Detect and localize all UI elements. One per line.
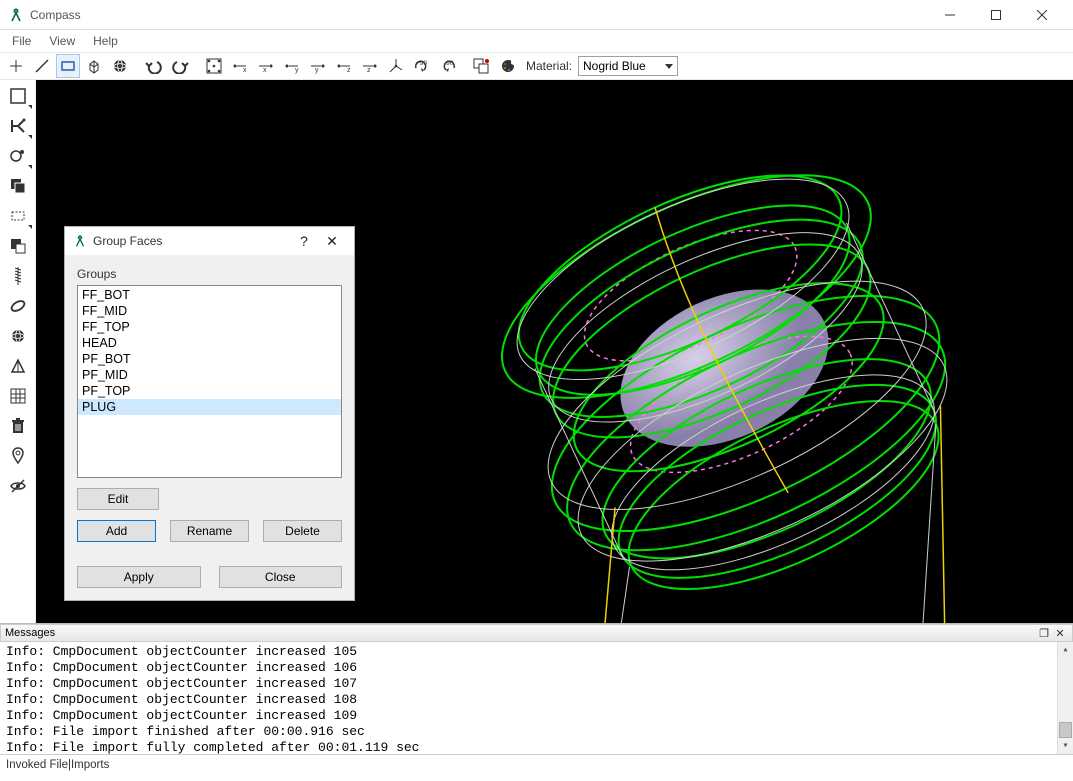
svg-text:z: z xyxy=(347,67,351,74)
tool-move-all[interactable] xyxy=(202,54,226,78)
trash-tool[interactable] xyxy=(6,414,30,438)
dialog-title: Group Faces xyxy=(93,234,290,248)
app-icon xyxy=(8,7,24,23)
material-select[interactable]: Nogrid Blue xyxy=(578,56,678,76)
edit-mode-tool[interactable] xyxy=(6,114,30,138)
box-select-tool[interactable] xyxy=(6,84,30,108)
list-item[interactable]: PF_TOP xyxy=(78,383,341,399)
message-line: Info: CmpDocument objectCounter increase… xyxy=(6,644,1071,660)
messages-close-button[interactable]: ✕ xyxy=(1052,627,1068,640)
zipper-tool[interactable] xyxy=(6,264,30,288)
menu-file[interactable]: File xyxy=(4,32,39,50)
close-dialog-button[interactable]: Close xyxy=(219,566,343,588)
apply-button[interactable]: Apply xyxy=(77,566,201,588)
delete-button[interactable]: Delete xyxy=(263,520,342,542)
groups-listbox[interactable]: FF_BOTFF_MIDFF_TOPHEADPF_BOTPF_MIDPF_TOP… xyxy=(77,285,342,478)
list-item[interactable]: FF_TOP xyxy=(78,319,341,335)
list-item[interactable]: PLUG xyxy=(78,399,341,415)
svg-text:+90: +90 xyxy=(416,60,427,67)
tool-rect[interactable] xyxy=(56,54,80,78)
maximize-button[interactable] xyxy=(973,0,1019,30)
menu-help[interactable]: Help xyxy=(85,32,126,50)
svg-text:y: y xyxy=(295,67,299,74)
menu-view[interactable]: View xyxy=(41,32,83,50)
layers-tool[interactable] xyxy=(6,174,30,198)
tool-line[interactable] xyxy=(30,54,54,78)
scroll-down-icon[interactable]: ▾ xyxy=(1058,738,1073,754)
tool-sphere[interactable] xyxy=(108,54,132,78)
toolbar-left xyxy=(0,80,36,623)
material-value: Nogrid Blue xyxy=(583,59,646,73)
undo-button[interactable] xyxy=(142,54,166,78)
palette-button[interactable] xyxy=(496,54,520,78)
message-line: Info: CmpDocument objectCounter increase… xyxy=(6,692,1071,708)
triangle-tool[interactable] xyxy=(6,354,30,378)
minimize-button[interactable] xyxy=(927,0,973,30)
rotate-minus90[interactable]: -90 xyxy=(436,54,460,78)
visibility-off-tool[interactable] xyxy=(6,474,30,498)
axis-z-neg[interactable]: z xyxy=(332,54,356,78)
list-item[interactable]: HEAD xyxy=(78,335,341,351)
tool-point[interactable] xyxy=(4,54,28,78)
messages-title: Messages xyxy=(5,627,1036,639)
svg-text:x: x xyxy=(263,67,267,74)
menubar: File View Help xyxy=(0,30,1073,52)
list-item[interactable]: PF_BOT xyxy=(78,351,341,367)
messages-header[interactable]: Messages ❐ ✕ xyxy=(0,624,1073,642)
curve-tool[interactable] xyxy=(6,144,30,168)
svg-text:x: x xyxy=(243,67,247,74)
axis-x-neg[interactable]: x xyxy=(228,54,252,78)
dialog-help-button[interactable]: ? xyxy=(290,233,318,249)
shape-subtract-tool[interactable] xyxy=(6,234,30,258)
axes-3d[interactable] xyxy=(384,54,408,78)
add-button[interactable]: Add xyxy=(77,520,156,542)
svg-text:y: y xyxy=(315,67,319,74)
message-line: Info: File import finished after 00:00.9… xyxy=(6,724,1071,740)
close-button[interactable] xyxy=(1019,0,1065,30)
dialog-close-button[interactable]: ✕ xyxy=(318,233,346,250)
redo-button[interactable] xyxy=(168,54,192,78)
axis-y-neg[interactable]: y xyxy=(280,54,304,78)
axis-y-pos[interactable]: y xyxy=(306,54,330,78)
group-faces-dialog: Group Faces ? ✕ Groups FF_BOTFF_MIDFF_TO… xyxy=(64,226,355,601)
edit-button[interactable]: Edit xyxy=(77,488,159,510)
dialog-icon xyxy=(73,234,87,248)
titlebar: Compass xyxy=(0,0,1073,30)
status-text: Invoked File|Imports xyxy=(6,759,109,771)
rename-button[interactable]: Rename xyxy=(170,520,249,542)
svg-text:z: z xyxy=(367,67,371,74)
grid-tool[interactable] xyxy=(6,384,30,408)
svg-text:-90: -90 xyxy=(444,60,454,67)
solid-tool[interactable] xyxy=(6,324,30,348)
scroll-up-icon[interactable]: ▴ xyxy=(1058,642,1073,658)
window-title: Compass xyxy=(30,8,927,22)
messages-float-button[interactable]: ❐ xyxy=(1036,627,1052,640)
message-line: Info: CmpDocument objectCounter increase… xyxy=(6,660,1071,676)
pin-tool[interactable] xyxy=(6,444,30,468)
scroll-thumb[interactable] xyxy=(1059,722,1072,738)
axis-x-pos[interactable]: x xyxy=(254,54,278,78)
rect-dash-tool[interactable] xyxy=(6,204,30,228)
message-line: Info: CmpDocument objectCounter increase… xyxy=(6,708,1071,724)
messages-body[interactable]: Info: CmpDocument objectCounter increase… xyxy=(0,642,1073,754)
messages-scrollbar[interactable]: ▴ ▾ xyxy=(1057,642,1073,754)
list-item[interactable]: PF_MID xyxy=(78,367,341,383)
list-item[interactable]: FF_MID xyxy=(78,303,341,319)
list-item[interactable]: FF_BOT xyxy=(78,287,341,303)
groups-label: Groups xyxy=(77,267,342,281)
toolbar-top: x x y y z z +90 -90 Material: Nogrid Blu… xyxy=(0,52,1073,80)
message-line: Info: CmpDocument objectCounter increase… xyxy=(6,676,1071,692)
messages-panel: Messages ❐ ✕ Info: CmpDocument objectCou… xyxy=(0,623,1073,754)
measure-tool[interactable] xyxy=(6,294,30,318)
axis-z-pos[interactable]: z xyxy=(358,54,382,78)
message-line: Info: File import fully completed after … xyxy=(6,740,1071,754)
statusbar: Invoked File|Imports xyxy=(0,754,1073,774)
material-label: Material: xyxy=(526,59,572,73)
tool-cube[interactable] xyxy=(82,54,106,78)
rotate-plus90[interactable]: +90 xyxy=(410,54,434,78)
capture-button[interactable] xyxy=(470,54,494,78)
